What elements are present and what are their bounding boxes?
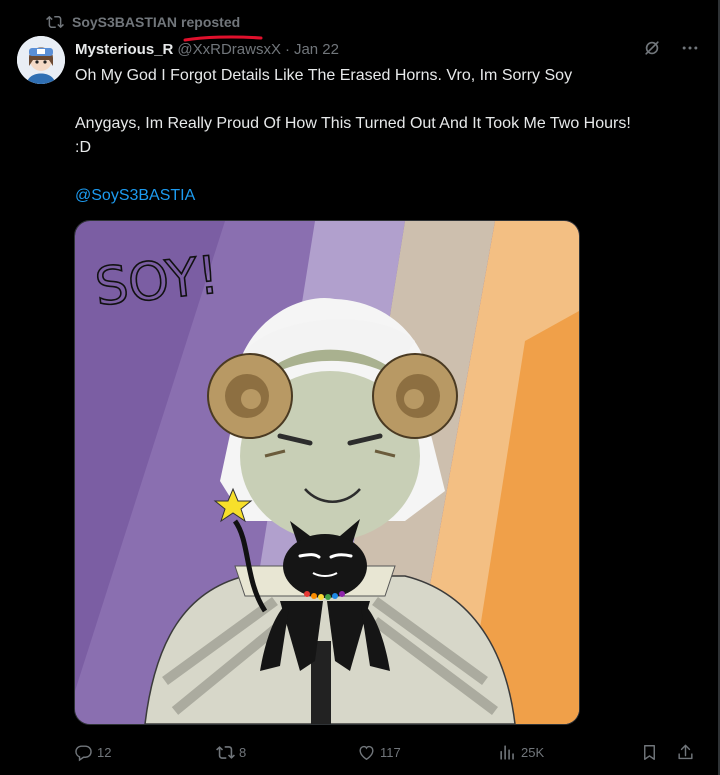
bookmark-button[interactable] [640, 737, 659, 767]
post-date[interactable]: Jan 22 [294, 41, 339, 58]
reply-icon [75, 744, 92, 761]
more-icon[interactable] [680, 38, 700, 58]
repost-icon [46, 15, 64, 29]
post-line-1: Oh My God I Forgot Details Like The Eras… [75, 67, 573, 84]
bookmark-icon [644, 744, 655, 760]
repost-count: 8 [239, 744, 247, 760]
handle[interactable]: @XxRDrawsxX [177, 41, 281, 58]
repost-icon [216, 745, 235, 759]
reply-count: 12 [97, 744, 112, 760]
display-name[interactable]: Mysterious_R [75, 41, 173, 58]
post-line-2: Anygays, Im Really Proud Of How This Tur… [75, 115, 631, 132]
repost-button[interactable]: 8 [216, 737, 246, 767]
post-header: Mysterious_R @XxRDrawsxX · Jan 22 [75, 38, 700, 60]
post-text: Oh My God I Forgot Details Like The Eras… [75, 64, 705, 208]
like-button[interactable]: 117 [357, 737, 401, 767]
views-icon [500, 744, 514, 760]
share-icon [678, 744, 693, 759]
share-button[interactable] [676, 737, 695, 767]
grok-icon[interactable] [642, 38, 662, 58]
reply-button[interactable]: 12 [74, 737, 111, 767]
views-count: 25K [521, 744, 545, 760]
heart-icon [359, 745, 374, 760]
mention-link[interactable]: @SoyS3BASTIA [75, 187, 195, 204]
action-bar: 12 8 117 25K [74, 737, 704, 767]
avatar[interactable] [17, 36, 65, 84]
avatar-image [17, 36, 65, 84]
views-button[interactable]: 25K [498, 737, 544, 767]
like-count: 117 [380, 744, 401, 760]
artwork-image: SOY! [75, 221, 579, 724]
separator: · [284, 40, 290, 58]
post-line-3: :D [75, 139, 91, 156]
repost-context: SoyS3BASTIAN reposted [46, 12, 240, 32]
post-media[interactable]: SOY! [74, 220, 580, 725]
repost-user[interactable]: SoyS3BASTIAN [72, 14, 177, 30]
repost-label: reposted [181, 14, 241, 30]
